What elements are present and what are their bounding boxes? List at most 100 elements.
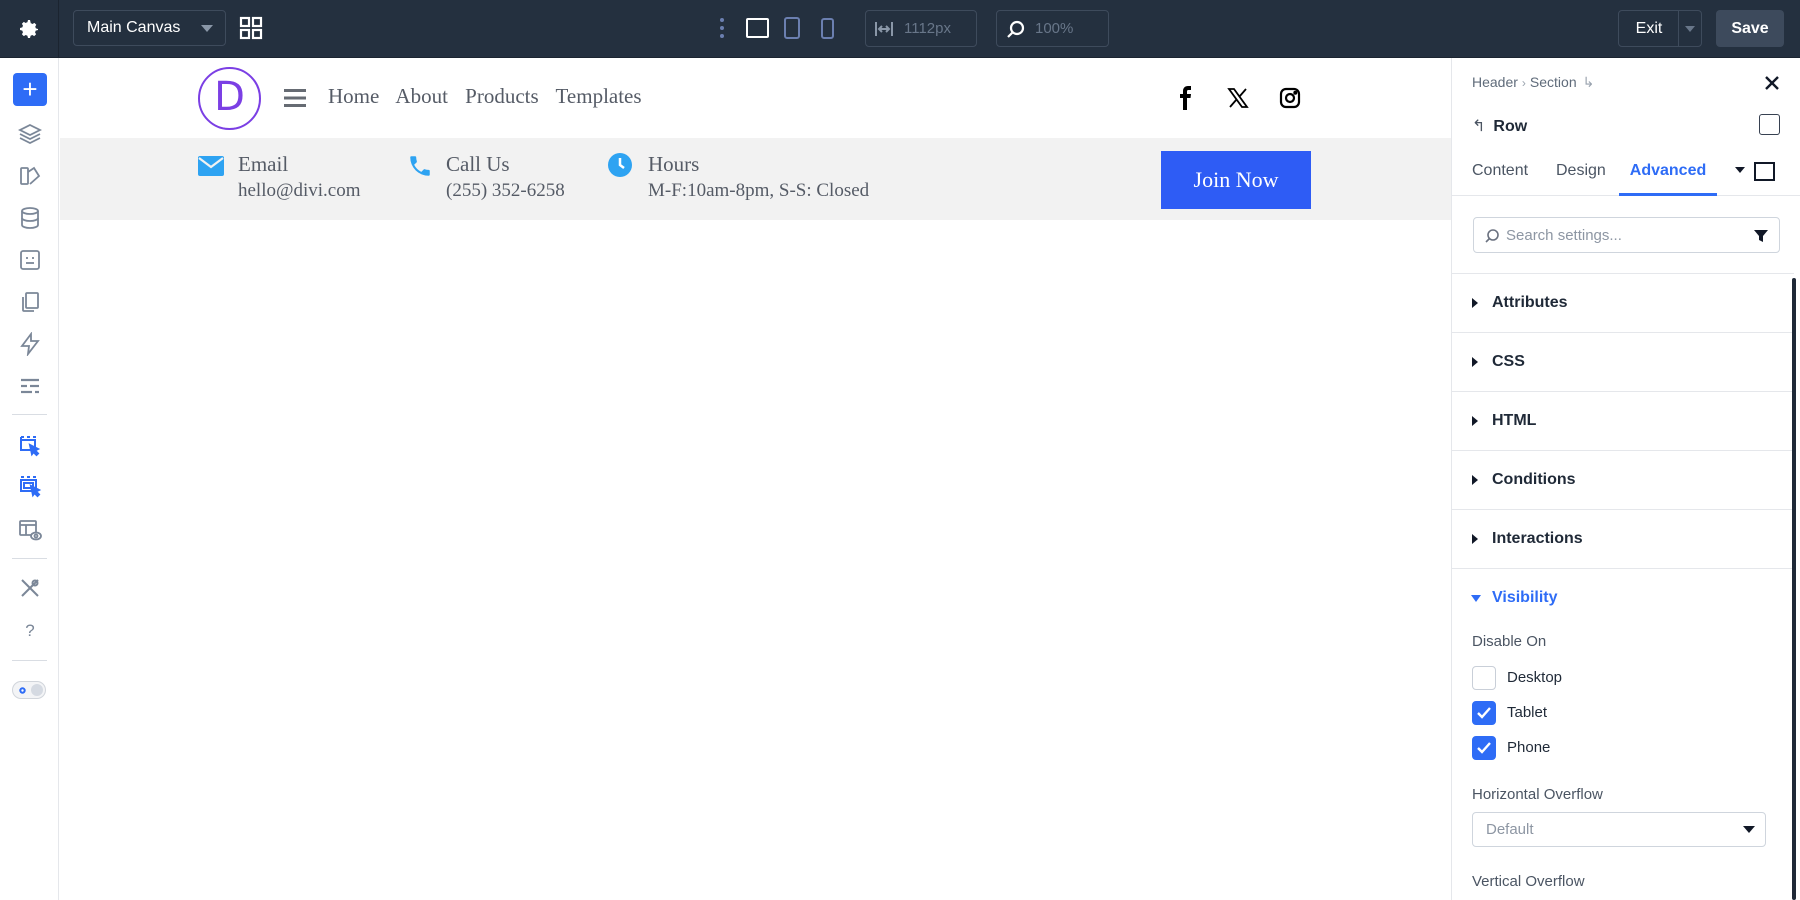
exit-divider (1678, 11, 1679, 46)
info-email-title: Email (238, 152, 289, 176)
checkbox-desktop-label: Desktop (1507, 669, 1563, 686)
collapse-arrow-icon[interactable] (1471, 595, 1481, 602)
tools-icon[interactable] (18, 576, 42, 600)
expand-arrow-icon (1472, 357, 1478, 367)
exit-label: Exit (1635, 20, 1663, 37)
nav-link-templates[interactable]: Templates (556, 84, 642, 108)
site-nav: Home About Products Templates (328, 84, 654, 109)
preview-icon[interactable] (18, 518, 42, 542)
search-input[interactable] (1506, 218, 1746, 252)
grid-view-icon[interactable] (239, 16, 263, 40)
width-arrows-icon (875, 22, 893, 36)
expand-arrow-icon (1472, 416, 1478, 426)
toolbar-divider (58, 0, 59, 58)
section-label[interactable]: Visibility (1492, 589, 1558, 607)
child-arrow-icon: ↳ (1582, 74, 1595, 90)
chevron-down-icon (1743, 826, 1755, 833)
section-visibility: Visibility Disable On Desktop Tablet Pho… (1452, 568, 1794, 900)
info-email-value[interactable]: hello@divi.com (238, 178, 361, 204)
help-icon[interactable]: ? (18, 618, 42, 642)
hamburger-menu-icon[interactable] (284, 88, 306, 108)
checkbox-phone[interactable] (1472, 736, 1496, 760)
database-icon[interactable] (18, 206, 42, 230)
save-button[interactable]: Save (1716, 10, 1784, 47)
instagram-icon[interactable] (1278, 86, 1302, 110)
settings-gear-icon[interactable] (17, 17, 41, 41)
pages-icon[interactable] (18, 290, 42, 314)
phone-view-icon[interactable] (821, 18, 834, 39)
breadcrumb: Header › Section ↳ (1472, 74, 1594, 91)
tab-content[interactable]: Content (1472, 152, 1528, 196)
checkbox-desktop[interactable] (1472, 666, 1496, 690)
gear-small-icon (19, 687, 26, 694)
toggle-knob (31, 684, 43, 696)
settings-sections: Attributes CSS HTML Conditions Interacti… (1452, 273, 1794, 900)
left-sidebar: + ? (0, 58, 59, 900)
tab-dropdown-icon[interactable] (1735, 167, 1745, 173)
exit-dropdown-icon[interactable] (1685, 26, 1695, 32)
section-attributes[interactable]: Attributes (1452, 273, 1794, 332)
horizontal-overflow-label: Horizontal Overflow (1472, 786, 1603, 803)
nav-link-products[interactable]: Products (465, 84, 539, 108)
list-icon[interactable] (18, 374, 42, 398)
checkbox-tablet[interactable] (1472, 701, 1496, 725)
exit-button[interactable]: Exit (1618, 10, 1702, 47)
zoom-search-icon (1007, 20, 1025, 38)
facebook-icon[interactable] (1174, 86, 1198, 110)
canvas-width-field[interactable]: 1112px (865, 10, 977, 47)
forms-icon[interactable] (18, 248, 42, 272)
panel-title-label: Row (1493, 118, 1528, 135)
info-hours: Hours M-F:10am-8pm, S-S: Closed (648, 150, 869, 204)
more-options-icon[interactable] (718, 17, 726, 39)
row-options-icon[interactable] (1759, 114, 1780, 135)
info-hours-value: M-F:10am-8pm, S-S: Closed (648, 180, 870, 201)
sidebar-divider (12, 414, 47, 415)
zoom-field[interactable]: 100% (996, 10, 1109, 47)
horizontal-overflow-select[interactable]: Default (1472, 812, 1766, 847)
builder-canvas: D Home About Products Templates Email he… (60, 58, 1451, 900)
section-html[interactable]: HTML (1452, 391, 1794, 450)
section-interactions[interactable]: Interactions (1452, 509, 1794, 568)
section-label: Conditions (1492, 471, 1576, 488)
panel-title: ↰ Row (1472, 116, 1527, 136)
nav-link-about[interactable]: About (395, 84, 448, 108)
info-phone-value[interactable]: (255) 352-6258 (446, 178, 565, 204)
tablet-view-icon[interactable] (784, 17, 800, 39)
theme-builder-icon[interactable] (18, 164, 42, 188)
back-arrow-icon[interactable]: ↰ (1472, 118, 1485, 135)
canvas-select[interactable]: Main Canvas (73, 10, 226, 46)
breadcrumb-section[interactable]: Section (1530, 74, 1577, 90)
add-icon[interactable]: + (13, 73, 47, 106)
section-css[interactable]: CSS (1452, 332, 1794, 391)
select-tool-icon[interactable] (18, 434, 42, 458)
check-icon (1477, 742, 1491, 754)
svg-text:?: ? (25, 621, 34, 640)
join-now-button[interactable]: Join Now (1161, 151, 1311, 209)
canvas-width-value: 1112px (904, 20, 951, 37)
settings-panel: Header › Section ↳ ↰ Row Content Design Adva… (1451, 58, 1800, 900)
breadcrumb-header[interactable]: Header (1472, 74, 1518, 90)
info-email: Email hello@divi.com (238, 150, 361, 204)
nav-link-home[interactable]: Home (328, 84, 379, 108)
search-icon (1485, 229, 1499, 243)
lightning-icon[interactable] (18, 332, 42, 356)
tab-advanced[interactable]: Advanced (1619, 152, 1717, 196)
info-phone: Call Us (255) 352-6258 (446, 150, 565, 204)
desktop-view-icon[interactable] (746, 18, 769, 38)
info-phone-title: Call Us (446, 152, 510, 176)
expand-panel-icon[interactable] (1754, 162, 1775, 181)
site-logo[interactable]: D (198, 67, 261, 130)
expand-arrow-icon (1472, 534, 1478, 544)
layers-icon[interactable] (18, 122, 42, 146)
x-twitter-icon[interactable] (1226, 86, 1250, 110)
filter-icon[interactable] (1753, 228, 1769, 244)
multi-select-icon[interactable] (18, 474, 42, 498)
sidebar-divider (12, 660, 47, 661)
expand-arrow-icon (1472, 298, 1478, 308)
tab-design[interactable]: Design (1556, 152, 1606, 196)
section-conditions[interactable]: Conditions (1452, 450, 1794, 509)
section-label: Interactions (1492, 530, 1583, 547)
dark-mode-toggle[interactable] (12, 681, 46, 699)
panel-scrollbar[interactable] (1792, 278, 1796, 900)
close-icon[interactable] (1763, 74, 1781, 92)
